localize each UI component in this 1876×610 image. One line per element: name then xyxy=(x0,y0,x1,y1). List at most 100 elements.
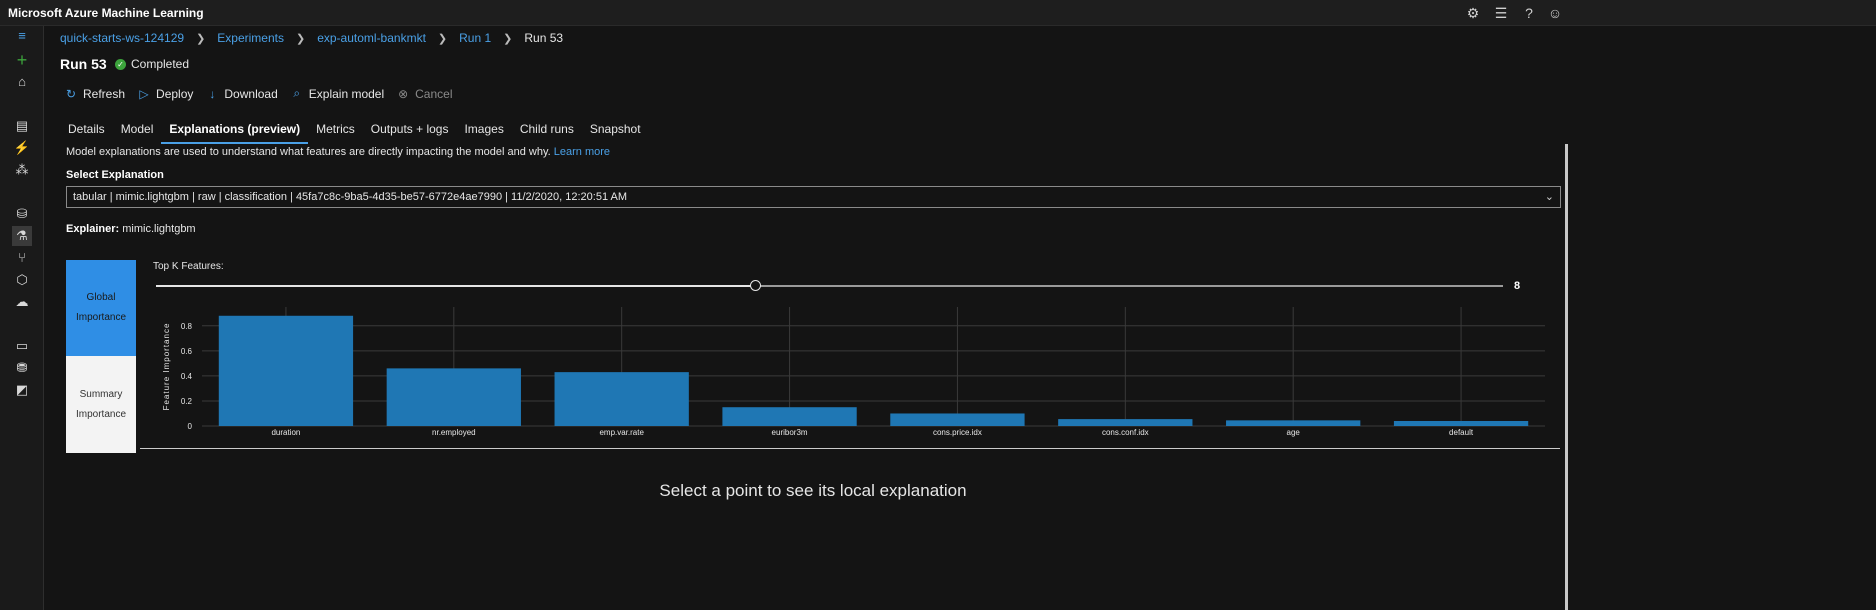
bar-euribor3m[interactable] xyxy=(722,407,857,426)
designer-icon[interactable]: ⁂ xyxy=(12,160,32,180)
pipelines-icon[interactable]: ⑂ xyxy=(12,248,32,268)
slider-fill xyxy=(156,285,755,287)
title-bar: Microsoft Azure Machine Learning ⚙ ☰ ? ☺ xyxy=(0,0,1876,26)
tab-child-runs[interactable]: Child runs xyxy=(512,122,582,142)
explain-label: Explain model xyxy=(308,86,385,101)
breadcrumb-experiments[interactable]: Experiments xyxy=(217,31,284,45)
feature-importance-chart: 0 0.2 0.4 0.6 0.8 duration nr.employed emp.var.… xyxy=(162,307,1545,437)
hamburger-icon[interactable]: ≡ xyxy=(12,26,32,46)
compute-icon[interactable]: ▭ xyxy=(12,336,32,356)
status-badge: ✓ Completed xyxy=(115,57,189,71)
description-text: Model explanations are used to understan… xyxy=(66,146,551,158)
y-tick-label: 0 xyxy=(188,422,193,431)
select-explanation-value: tabular | mimic.lightgbm | raw | classif… xyxy=(73,191,628,203)
explanation-description: Model explanations are used to understan… xyxy=(66,146,610,158)
refresh-button[interactable]: ↻ Refresh xyxy=(64,87,125,101)
deploy-button[interactable]: ▷ Deploy xyxy=(137,87,193,101)
chart-divider xyxy=(140,448,1560,449)
x-tick-label: default xyxy=(1449,428,1474,437)
download-icon: ↓ xyxy=(209,86,216,101)
refresh-label: Refresh xyxy=(83,86,126,101)
refresh-icon: ↻ xyxy=(65,86,77,101)
chevron-right-icon: ❯ xyxy=(437,32,448,45)
bar-duration[interactable] xyxy=(218,315,354,426)
chevron-right-icon: ❯ xyxy=(196,32,206,45)
datastores-icon[interactable]: ⛃ xyxy=(12,358,32,378)
tab-explanations[interactable]: Explanations (preview) xyxy=(161,122,308,144)
datasets-icon[interactable]: ⛁ xyxy=(12,204,32,224)
feedback-icon[interactable]: ☰ xyxy=(1492,4,1510,22)
explainer-value: mimic.lightgbm xyxy=(122,223,196,235)
settings-icon[interactable]: ⚙ xyxy=(1464,4,1482,22)
x-tick-label: euribor3m xyxy=(772,428,808,437)
home-icon[interactable]: ⌂ xyxy=(12,72,32,92)
x-tick-label: nr.employed xyxy=(432,428,476,437)
explain-model-button[interactable]: ⌕ Explain model xyxy=(290,86,384,101)
learn-more-link[interactable]: Learn more xyxy=(554,146,610,158)
toolbar: ↻ Refresh ▷ Deploy ↓ Download ⌕ Explain … xyxy=(64,86,465,101)
explainer-info: Explainer: mimic.lightgbm xyxy=(66,223,196,235)
notebook-icon[interactable]: ▤ xyxy=(12,116,32,136)
smiley-icon[interactable]: ☺ xyxy=(1546,4,1564,22)
tab-metrics[interactable]: Metrics xyxy=(308,122,363,142)
summary-importance-button[interactable]: Summary Importance xyxy=(66,356,136,453)
models-icon[interactable]: ⬡ xyxy=(12,270,32,290)
automl-icon[interactable]: ⚡ xyxy=(12,138,32,158)
bar-emp-var-rate[interactable] xyxy=(554,372,689,426)
local-explanation-message: Select a point to see its local explanat… xyxy=(659,481,967,500)
tab-model[interactable]: Model xyxy=(113,122,162,142)
run-tabs: Details Model Explanations (preview) Met… xyxy=(60,122,649,144)
download-label: Download xyxy=(224,86,278,101)
select-explanation-label: Select Explanation xyxy=(66,169,164,181)
help-icon[interactable]: ? xyxy=(1520,4,1538,22)
x-tick-label: age xyxy=(1287,428,1301,437)
breadcrumb-parent-run[interactable]: Run 1 xyxy=(459,31,491,45)
x-tick-label: duration xyxy=(271,428,300,437)
plus-icon[interactable]: + xyxy=(12,50,32,70)
breadcrumb: quick-starts-ws-124129 ❯ Experiments ❯ e… xyxy=(60,30,563,46)
top-k-label: Top K Features: xyxy=(153,261,224,272)
deploy-icon: ▷ xyxy=(139,86,149,101)
top-k-slider[interactable] xyxy=(156,280,1503,291)
y-tick-label: 0.6 xyxy=(181,347,193,356)
experiments-icon[interactable]: ⚗ xyxy=(12,226,32,246)
summary-importance-label: Summary Importance xyxy=(75,388,127,420)
bar-age[interactable] xyxy=(1226,420,1361,426)
bar-nr-employed[interactable] xyxy=(386,368,521,426)
global-importance-button[interactable]: Global Importance xyxy=(66,260,136,356)
breadcrumb-workspace[interactable]: quick-starts-ws-124129 xyxy=(60,31,184,45)
scrollbar[interactable] xyxy=(1565,144,1568,610)
x-tick-label: cons.conf.idx xyxy=(1102,428,1149,437)
bar-cons-price-idx[interactable] xyxy=(890,413,1025,426)
breadcrumb-experiment[interactable]: exp-automl-bankmkt xyxy=(317,31,426,45)
chevron-down-icon: ⌄ xyxy=(1544,191,1554,203)
y-tick-label: 0.4 xyxy=(181,372,193,381)
explain-icon: ⌕ xyxy=(293,86,301,100)
y-tick-label: 0.2 xyxy=(181,397,193,406)
x-tick-label: emp.var.rate xyxy=(599,428,644,437)
check-circle-icon: ✓ xyxy=(115,58,126,70)
app-title: Microsoft Azure Machine Learning xyxy=(8,6,204,20)
tab-outputs-logs[interactable]: Outputs + logs xyxy=(363,122,457,142)
download-button[interactable]: ↓ Download xyxy=(205,87,277,101)
left-nav-rail: ≡ + ⌂ ▤ ⚡ ⁂ ⛁ ⚗ ⑂ ⬡ ☁ ▭ ⛃ ◩ xyxy=(0,26,44,610)
global-importance-label: Global Importance xyxy=(75,292,127,323)
tab-details[interactable]: Details xyxy=(60,122,113,142)
endpoints-icon[interactable]: ☁ xyxy=(12,292,32,312)
cancel-button[interactable]: ⊗ Cancel xyxy=(396,87,452,101)
cancel-icon: ⊗ xyxy=(398,86,409,101)
tab-snapshot[interactable]: Snapshot xyxy=(582,122,649,142)
chevron-right-icon: ❯ xyxy=(503,32,513,45)
tab-images[interactable]: Images xyxy=(456,122,511,142)
bar-cons-conf-idx[interactable] xyxy=(1058,419,1193,426)
deploy-label: Deploy xyxy=(156,86,194,101)
breadcrumb-current: Run 53 xyxy=(524,31,564,45)
y-tick-label: 0.8 xyxy=(181,322,193,331)
x-tick-label: cons.price.idx xyxy=(933,428,982,437)
bar-default[interactable] xyxy=(1393,420,1529,426)
labeling-icon[interactable]: ◩ xyxy=(12,380,32,400)
explainer-label: Explainer: xyxy=(66,223,120,235)
select-explanation-dropdown[interactable]: tabular | mimic.lightgbm | raw | classif… xyxy=(66,186,1561,208)
slider-thumb[interactable] xyxy=(749,280,761,291)
page-title: Run 53 xyxy=(60,56,107,72)
